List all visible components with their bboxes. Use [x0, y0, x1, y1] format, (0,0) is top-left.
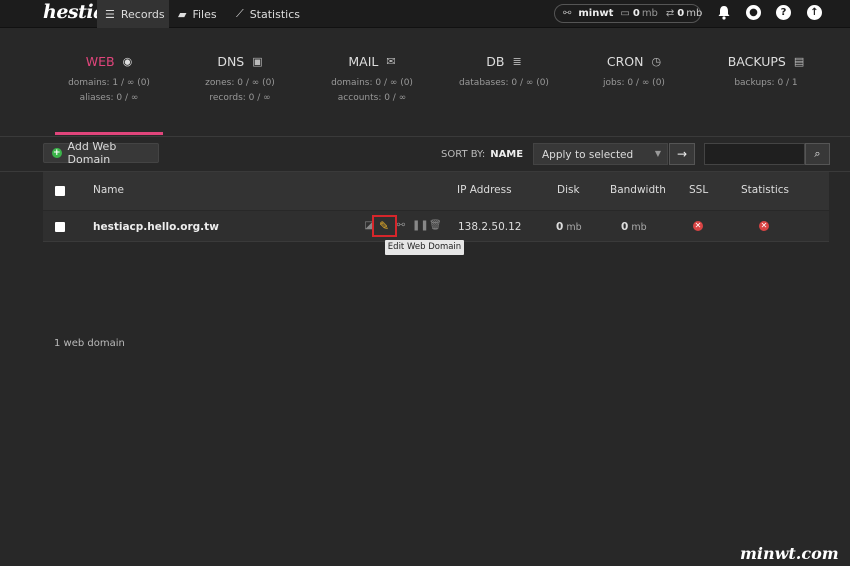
tab-db[interactable]: DB ≣ databases: 0 / ∞ (0)	[444, 53, 564, 88]
bandwidth-usage-value: 0	[677, 8, 685, 19]
col-bandwidth[interactable]: Bandwidth	[610, 184, 666, 196]
disk-usage-value: 0	[632, 8, 640, 19]
statistics-disabled-icon: ✕	[759, 221, 769, 231]
tab-cron-line1: jobs: 0 / ∞ (0)	[603, 78, 665, 88]
tab-web-line2: aliases: 0 / ∞	[79, 93, 139, 103]
col-disk[interactable]: Disk	[557, 184, 580, 196]
tab-backups-line1: backups: 0 / 1	[734, 78, 798, 88]
top-bar: hestia ☰ Records ▰ Files ⟋ Statistics ⚯ …	[0, 0, 850, 28]
suspend-icon[interactable]: ❚❚	[412, 220, 429, 231]
disk-amount: 0	[556, 221, 564, 233]
tab-web-line1: domains: 1 / ∞ (0)	[68, 78, 150, 88]
sort-by-value: NAME	[490, 149, 524, 160]
nav-records-label: Records	[120, 7, 165, 21]
binoculars-icon: ⚯	[563, 8, 572, 19]
nav-records[interactable]: ☰ Records	[97, 0, 169, 28]
nav-statistics[interactable]: ⟋ Statistics	[236, 0, 300, 28]
tab-dns[interactable]: DNS ▣ zones: 0 / ∞ (0) records: 0 / ∞	[180, 53, 300, 103]
tab-mail-line1: domains: 0 / ∞ (0)	[331, 78, 413, 88]
database-icon: ≣	[512, 55, 522, 68]
disk-icon: ▭	[620, 8, 630, 19]
nav-files[interactable]: ▰ Files	[178, 0, 217, 28]
tab-backups-title: BACKUPS	[727, 54, 786, 69]
arrow-right-icon: →	[676, 147, 688, 161]
chart-icon: ⟋	[236, 7, 244, 20]
folder-icon: ▰	[178, 7, 187, 21]
help-icon[interactable]: ?	[776, 5, 791, 20]
user-icon[interactable]: ●	[746, 5, 761, 20]
logout-icon[interactable]: ↑	[807, 5, 822, 20]
tab-mail[interactable]: MAIL ✉ domains: 0 / ∞ (0) accounts: 0 / ∞	[312, 53, 432, 103]
user-usage-pill[interactable]: ⚯ minwt ▭ 0 mb ⇄ 0 mb	[554, 4, 703, 23]
bandwidth-value: 0 mb	[621, 221, 647, 233]
nav-statistics-label: Statistics	[249, 7, 300, 21]
active-tab-indicator	[55, 132, 163, 135]
disk-usage-unit: mb	[641, 8, 658, 19]
apply-action-button[interactable]: →	[669, 143, 695, 165]
tab-mail-line2: accounts: 0 / ∞	[337, 93, 407, 103]
row-checkbox[interactable]	[55, 222, 65, 232]
bell-icon[interactable]	[716, 5, 731, 20]
tab-cron-title: CRON	[606, 54, 644, 69]
file-icon: ▤	[793, 55, 805, 68]
select-all-checkbox[interactable]	[55, 186, 65, 196]
edit-web-domain-tooltip: Edit Web Domain	[385, 240, 464, 255]
trash-icon[interactable]: 🗑	[429, 220, 442, 231]
search-icon: ⌕	[814, 147, 821, 160]
tab-dns-line1: zones: 0 / ∞ (0)	[205, 78, 275, 88]
divider	[0, 136, 850, 137]
col-name[interactable]: Name	[93, 184, 124, 196]
tab-db-title: DB	[486, 54, 505, 69]
disk-value: 0 mb	[556, 221, 582, 233]
mail-icon: ✉	[386, 55, 396, 68]
web-domain-count: 1 web domain	[54, 338, 125, 349]
bandwidth-usage-unit: mb	[686, 8, 703, 19]
tab-mail-title: MAIL	[348, 54, 379, 69]
bandwidth-amount: 0	[621, 221, 629, 233]
sort-by-label: SORT BY:	[441, 149, 486, 160]
col-ssl[interactable]: SSL	[689, 184, 708, 196]
bandwidth-unit: mb	[631, 222, 647, 233]
nav-files-label: Files	[192, 7, 217, 21]
tab-backups[interactable]: BACKUPS ▤ backups: 0 / 1	[706, 53, 826, 88]
tab-dns-line2: records: 0 / ∞	[209, 93, 271, 103]
list-icon: ☰	[105, 7, 115, 21]
user-name: minwt	[578, 8, 614, 19]
tab-dns-title: DNS	[217, 54, 245, 69]
search-button[interactable]: ⌕	[805, 143, 830, 165]
bulk-action-value: Apply to selected	[542, 149, 634, 161]
search-input[interactable]	[704, 143, 805, 165]
globe-icon: ◉	[122, 55, 133, 68]
plus-icon: +	[52, 148, 62, 158]
watermark: minwt.com	[740, 544, 839, 563]
col-statistics[interactable]: Statistics	[741, 184, 789, 196]
col-ip-address[interactable]: IP Address	[457, 184, 512, 196]
pencil-icon[interactable]: ✎	[379, 219, 389, 233]
bulk-action-select[interactable]: Apply to selected ▼	[533, 143, 668, 165]
transfer-icon: ⇄	[665, 8, 675, 19]
disk-unit: mb	[566, 222, 582, 233]
chevron-down-icon: ▼	[654, 149, 661, 158]
ssl-disabled-icon: ✕	[693, 221, 703, 231]
ip-address-value: 138.2.50.12	[458, 221, 522, 233]
tab-db-line1: databases: 0 / ∞ (0)	[459, 78, 549, 88]
hestia-logo[interactable]: hestia	[43, 1, 105, 23]
add-web-domain-label: Add Web Domain	[67, 140, 117, 166]
table-row: hestiacp.hello.org.tw ◪ ⚯ ❚❚ 🗑 138.2.50.…	[43, 211, 829, 242]
clock-icon: ◷	[651, 55, 662, 68]
tab-web-title: WEB	[85, 54, 115, 69]
tab-web[interactable]: WEB ◉ domains: 1 / ∞ (0) aliases: 0 / ∞	[49, 53, 169, 103]
tab-cron[interactable]: CRON ◷ jobs: 0 / ∞ (0)	[574, 53, 694, 88]
book-icon: ▣	[252, 55, 263, 68]
add-web-domain-button[interactable]: + Add Web Domain	[43, 140, 159, 166]
domain-name[interactable]: hestiacp.hello.org.tw	[93, 221, 219, 233]
table-header: Name IP Address Disk Bandwidth SSL Stati…	[43, 172, 829, 210]
